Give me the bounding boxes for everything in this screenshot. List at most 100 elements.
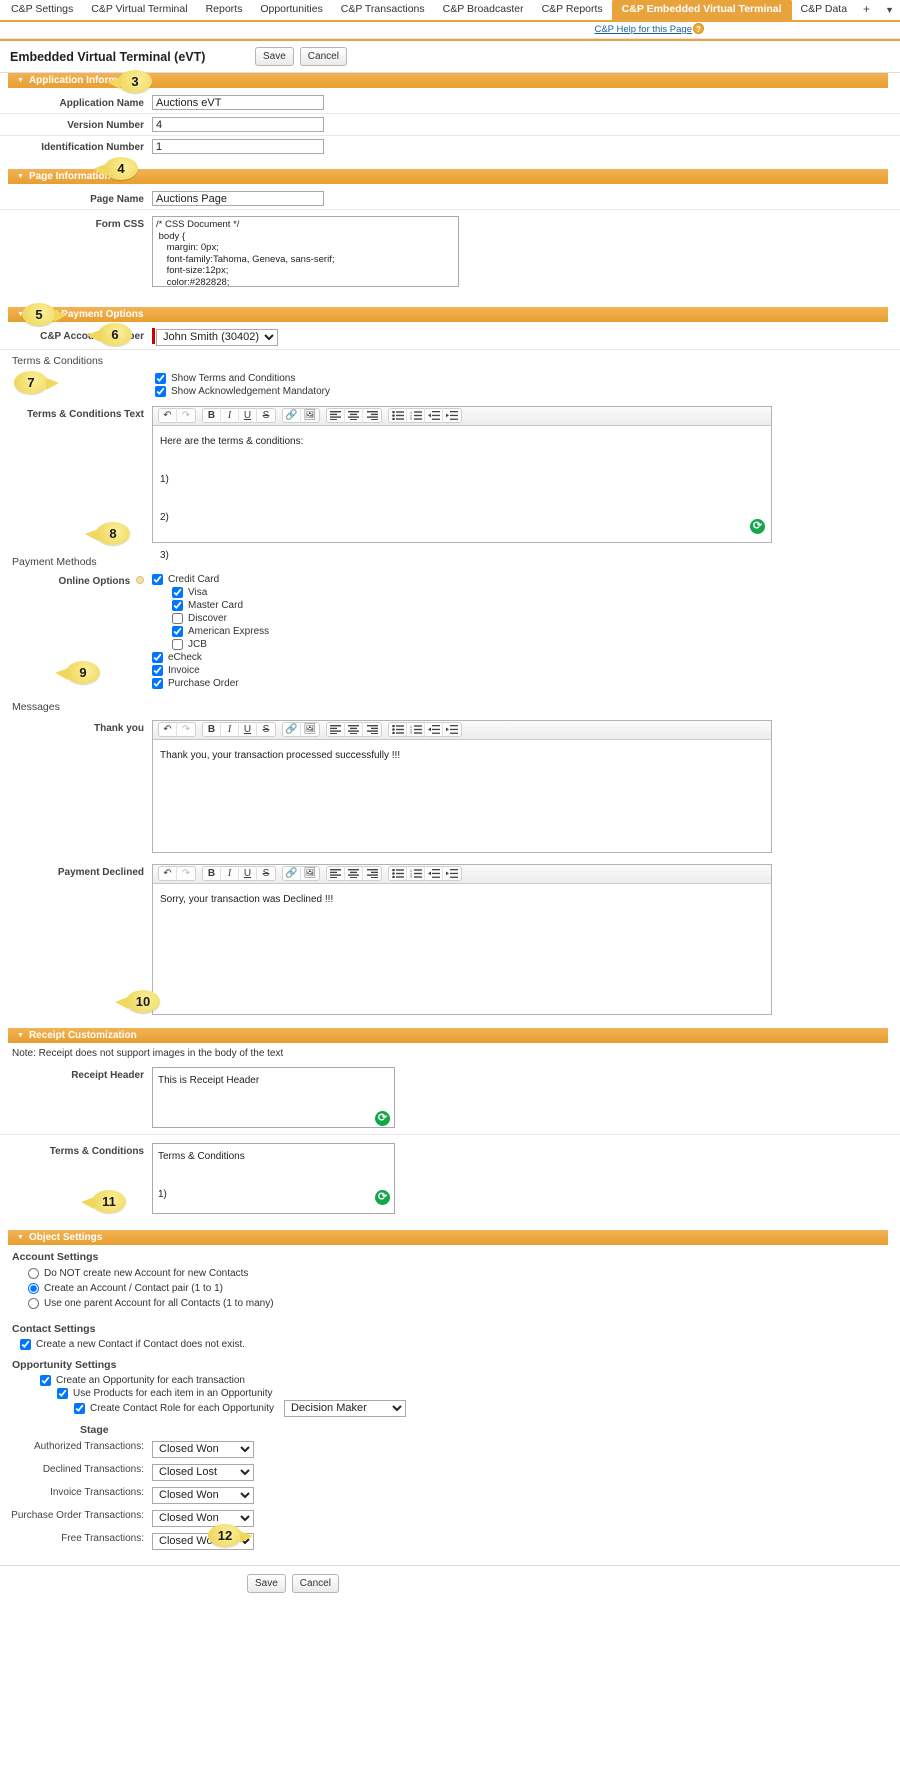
info-bubble-icon[interactable] [136, 575, 144, 584]
resize-grip-icon[interactable]: ⟳ [375, 1189, 390, 1205]
tab-c-p-virtual-terminal[interactable]: C&P Virtual Terminal [82, 0, 196, 20]
bold-icon[interactable]: B [203, 866, 221, 881]
image-icon[interactable]: 🖼 [301, 722, 319, 737]
checkbox-row-opportunity-2[interactable]: Create Contact Role for each Opportunity [74, 1402, 274, 1415]
outdent-icon[interactable] [425, 866, 443, 881]
numbered-list-icon[interactable]: 123 [407, 722, 425, 737]
input-identification-number[interactable] [152, 139, 324, 154]
checkbox-row-show-acknowledgement[interactable]: Show Acknowledgement Mandatory [155, 385, 900, 398]
section-header-object-settings[interactable]: ▼ Object Settings [8, 1229, 888, 1245]
tab-c-p-settings[interactable]: C&P Settings [2, 0, 82, 20]
radio-account-option-2[interactable] [28, 1297, 39, 1309]
align-right-icon[interactable] [363, 722, 381, 737]
align-right-icon[interactable] [363, 408, 381, 423]
add-tab-icon[interactable]: + [856, 0, 877, 20]
checkbox-show-acknowledgement[interactable] [155, 385, 166, 397]
italic-icon[interactable]: I [221, 866, 239, 881]
redo-icon[interactable]: ↷ [177, 408, 195, 423]
checkbox-opportunity-2[interactable] [74, 1402, 85, 1414]
select-stage-1[interactable]: Closed Lost [152, 1463, 254, 1481]
checkbox-row-credit-card[interactable]: Credit Card [152, 573, 900, 586]
tab-c-p-data[interactable]: C&P Data [792, 0, 857, 20]
checkbox-row-master-card[interactable]: Master Card [152, 599, 900, 612]
tab-c-p-embedded-virtual-terminal[interactable]: C&P Embedded Virtual Terminal [611, 0, 792, 20]
checkbox-visa[interactable] [172, 586, 183, 598]
radio-row-account-option-1[interactable]: Create an Account / Contact pair (1 to 1… [28, 1281, 900, 1296]
checkbox-master-card[interactable] [172, 599, 183, 611]
select-account-number[interactable]: John Smith (30402) [156, 328, 278, 346]
tab-c-p-broadcaster[interactable]: C&P Broadcaster [434, 0, 533, 20]
tab-opportunities[interactable]: Opportunities [251, 0, 331, 20]
italic-icon[interactable]: I [221, 722, 239, 737]
align-center-icon[interactable] [345, 408, 363, 423]
strikethrough-icon[interactable]: S [257, 408, 275, 423]
select-contact-role[interactable]: Decision Maker [283, 1399, 406, 1417]
textarea-receipt-header[interactable]: This is Receipt Header [152, 1066, 395, 1128]
textarea-form-css[interactable]: /* CSS Document */ body { margin: 0px; f… [152, 216, 459, 287]
align-center-icon[interactable] [345, 866, 363, 881]
input-application-name[interactable] [152, 95, 324, 110]
rte-content-thankyou[interactable]: Thank you, your transaction processed su… [153, 739, 771, 852]
align-left-icon[interactable] [327, 722, 345, 737]
help-question-icon[interactable]: ? [693, 23, 704, 34]
checkbox-purchase-order[interactable] [152, 677, 163, 689]
checkbox-jcb[interactable] [172, 638, 183, 650]
indent-icon[interactable] [443, 722, 461, 737]
outdent-icon[interactable] [425, 408, 443, 423]
undo-icon[interactable]: ↶ [159, 722, 177, 737]
checkbox-row-opportunity-0[interactable]: Create an Opportunity for each transacti… [40, 1374, 245, 1387]
save-button-top[interactable]: Save [255, 47, 294, 66]
checkbox-echeck[interactable] [152, 651, 163, 663]
tab-c-p-transactions[interactable]: C&P Transactions [332, 0, 434, 20]
chevron-down-icon[interactable]: ▼ [877, 1, 900, 20]
help-for-page-link[interactable]: C&P Help for this Page [594, 24, 692, 35]
link-icon[interactable]: 🔗 [283, 866, 301, 881]
tab-c-p-reports[interactable]: C&P Reports [533, 0, 612, 20]
indent-icon[interactable] [443, 408, 461, 423]
tab-reports[interactable]: Reports [197, 0, 252, 20]
input-page-name[interactable] [152, 191, 324, 206]
link-icon[interactable]: 🔗 [283, 408, 301, 423]
checkbox-invoice[interactable] [152, 664, 163, 676]
checkbox-row-american-express[interactable]: American Express [152, 625, 900, 638]
checkbox-row-visa[interactable]: Visa [152, 586, 900, 599]
select-stage-3[interactable]: Closed Won [152, 1509, 254, 1527]
select-stage-0[interactable]: Closed Won [152, 1440, 254, 1458]
checkbox-row-echeck[interactable]: eCheck [152, 651, 900, 664]
align-center-icon[interactable] [345, 722, 363, 737]
input-version-number[interactable] [152, 117, 324, 132]
rte-content-declined[interactable]: Sorry, your transaction was Declined !!! [153, 883, 771, 1014]
link-icon[interactable]: 🔗 [283, 722, 301, 737]
select-stage-2[interactable]: Closed Won [152, 1486, 254, 1504]
rte-content-terms[interactable]: Here are the terms & conditions: 1) 2) 3… [153, 425, 771, 561]
save-button-bottom[interactable]: Save [247, 1573, 286, 1593]
checkbox-row-purchase-order[interactable]: Purchase Order [152, 677, 900, 690]
numbered-list-icon[interactable]: 123 [407, 866, 425, 881]
checkbox-row-jcb[interactable]: JCB [152, 638, 900, 651]
align-left-icon[interactable] [327, 408, 345, 423]
section-header-select-payment-options[interactable]: ▼ Select Payment Options [8, 307, 888, 322]
radio-account-option-1[interactable] [28, 1282, 39, 1294]
strikethrough-icon[interactable]: S [257, 866, 275, 881]
underline-icon[interactable]: U [239, 866, 257, 881]
strikethrough-icon[interactable]: S [257, 722, 275, 737]
cancel-button-bottom[interactable]: Cancel [291, 1573, 339, 1593]
cancel-button-top[interactable]: Cancel [299, 47, 347, 66]
checkbox-create-contact[interactable] [20, 1338, 31, 1350]
section-header-receipt-customization[interactable]: ▼ Receipt Customization [8, 1027, 888, 1043]
bullet-list-icon[interactable] [389, 866, 407, 881]
indent-icon[interactable] [443, 866, 461, 881]
bold-icon[interactable]: B [203, 408, 221, 423]
align-left-icon[interactable] [327, 866, 345, 881]
redo-icon[interactable]: ↷ [177, 722, 195, 737]
undo-icon[interactable]: ↶ [159, 408, 177, 423]
checkbox-row-create-contact[interactable]: Create a new Contact if Contact does not… [20, 1338, 900, 1351]
checkbox-discover[interactable] [172, 612, 183, 624]
underline-icon[interactable]: U [239, 722, 257, 737]
redo-icon[interactable]: ↷ [177, 866, 195, 881]
italic-icon[interactable]: I [221, 408, 239, 423]
bullet-list-icon[interactable] [389, 408, 407, 423]
checkbox-row-show-terms[interactable]: Show Terms and Conditions [155, 372, 900, 385]
image-icon[interactable]: 🖼 [301, 408, 319, 423]
checkbox-show-terms[interactable] [155, 372, 166, 384]
